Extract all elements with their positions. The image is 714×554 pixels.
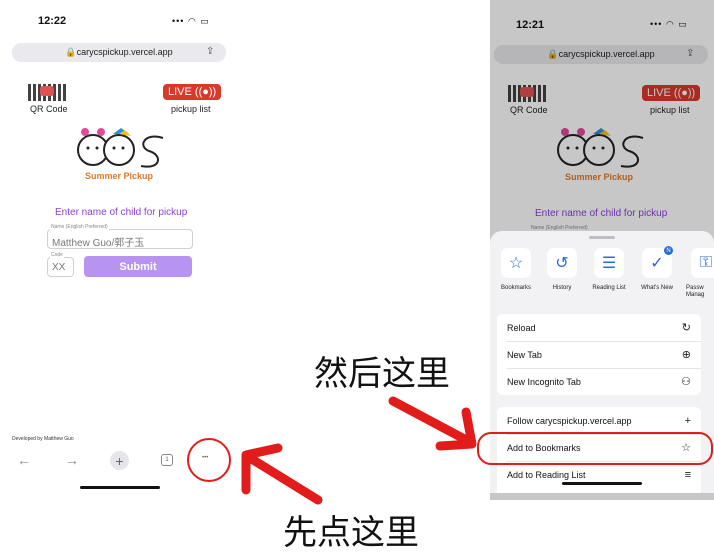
arrow-to-more-button bbox=[241, 443, 323, 505]
arrow-to-add-bookmarks bbox=[388, 396, 477, 451]
annotation-step-2: 然后这里 bbox=[314, 354, 450, 394]
annotation-arrows bbox=[241, 396, 477, 505]
annotation-step-1: 先点这里 bbox=[283, 513, 419, 553]
